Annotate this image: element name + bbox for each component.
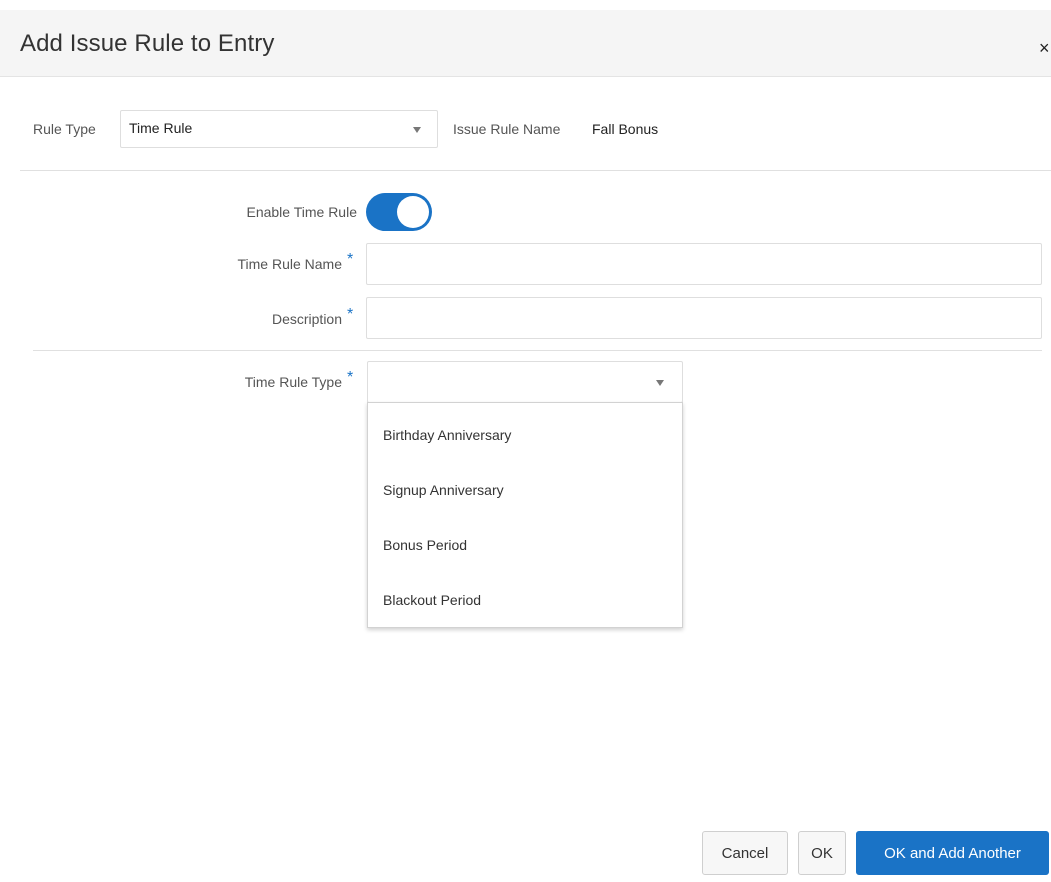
time-rule-type-label: Time Rule Type xyxy=(244,374,342,390)
dropdown-option-birthday-anniversary[interactable]: Birthday Anniversary xyxy=(368,403,682,458)
time-rule-type-dropdown: Birthday Anniversary Signup Anniversary … xyxy=(367,402,683,628)
enable-time-rule-label: Enable Time Rule xyxy=(246,204,357,220)
caret-down-icon xyxy=(413,127,421,133)
option-label: Signup Anniversary xyxy=(383,482,504,498)
ok-button[interactable]: OK xyxy=(798,831,846,875)
dropdown-option-signup-anniversary[interactable]: Signup Anniversary xyxy=(368,458,682,513)
section-divider xyxy=(33,350,1042,351)
dropdown-option-bonus-period[interactable]: Bonus Period xyxy=(368,513,682,568)
enable-time-rule-toggle[interactable] xyxy=(366,193,432,231)
dialog-title: Add Issue Rule to Entry xyxy=(20,30,275,57)
toggle-knob xyxy=(397,196,429,228)
option-label: Blackout Period xyxy=(383,592,482,608)
add-issue-rule-dialog: Add Issue Rule to Entry × Rule Type Time… xyxy=(0,0,1051,882)
required-asterisk: * xyxy=(347,306,354,323)
rule-type-select[interactable]: Time Rule xyxy=(120,110,438,148)
dropdown-option-blackout-period[interactable]: Blackout Period xyxy=(368,568,682,623)
caret-down-icon xyxy=(656,380,664,386)
issue-rule-name-label: Issue Rule Name xyxy=(453,121,561,137)
dialog-header: Add Issue Rule to Entry × xyxy=(0,10,1051,77)
issue-rule-name-value: Fall Bonus xyxy=(592,121,659,137)
section-divider xyxy=(20,170,1051,171)
required-asterisk: * xyxy=(347,251,354,268)
cancel-button[interactable]: Cancel xyxy=(702,831,788,875)
rule-type-label: Rule Type xyxy=(33,121,96,137)
time-rule-type-select[interactable] xyxy=(367,361,683,403)
rule-type-value: Time Rule xyxy=(129,120,193,136)
option-label: Bonus Period xyxy=(383,537,468,553)
description-input[interactable] xyxy=(366,297,1042,339)
time-rule-name-input[interactable] xyxy=(366,243,1042,285)
required-asterisk: * xyxy=(347,369,354,386)
close-icon[interactable]: × xyxy=(1039,38,1050,59)
description-label: Description xyxy=(271,311,342,327)
ok-and-add-another-button[interactable]: OK and Add Another xyxy=(856,831,1049,875)
option-label: Birthday Anniversary xyxy=(383,427,512,443)
time-rule-name-label: Time Rule Name xyxy=(237,256,342,272)
